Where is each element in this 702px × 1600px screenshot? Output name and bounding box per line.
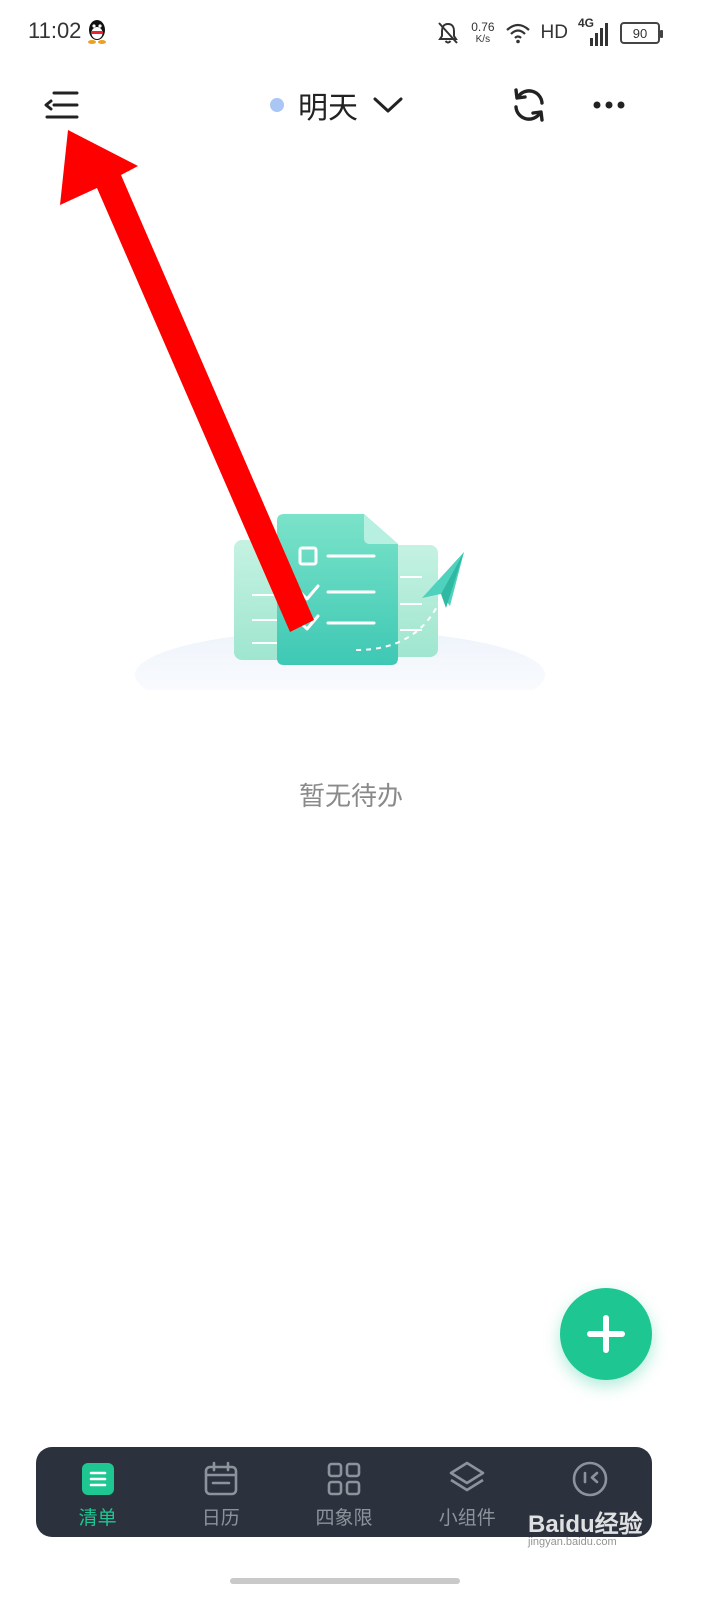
- mute-bell-icon: [438, 22, 459, 44]
- nav-item-calendar[interactable]: 日历: [159, 1447, 282, 1537]
- status-bar: 11:02 0.76 K/s HD 4G 90: [0, 0, 702, 66]
- nav-label-calendar: 日历: [201, 1507, 240, 1529]
- more-options-button[interactable]: [586, 82, 632, 128]
- nav-item-focus[interactable]: [529, 1447, 652, 1537]
- sync-icon: [514, 88, 544, 122]
- empty-tasks-illustration: [135, 514, 545, 690]
- more-dots-icon: [593, 101, 625, 109]
- grid-icon: [324, 1459, 364, 1499]
- status-indicators: 0.76 K/s HD 4G 90: [435, 16, 663, 50]
- battery-indicator: 90: [620, 22, 663, 44]
- bottom-nav: 清单 日历 四象限 小组件: [36, 1447, 652, 1537]
- net-speed-unit: K/s: [475, 34, 491, 45]
- net-speed-value: 0.76: [471, 20, 495, 34]
- nav-item-list[interactable]: 清单: [36, 1447, 159, 1537]
- menu-collapse-icon: [44, 91, 79, 119]
- hd-indicator: HD: [540, 22, 568, 43]
- layers-icon: [447, 1459, 487, 1499]
- battery-level: 90: [632, 25, 648, 41]
- empty-state-text: 暂无待办: [298, 782, 403, 812]
- focus-icon: [570, 1459, 610, 1499]
- nav-item-quadrant[interactable]: 四象限: [282, 1447, 405, 1537]
- nav-label-widgets: 小组件: [438, 1507, 496, 1529]
- plus-icon: [587, 1315, 625, 1353]
- signal-bars-icon: [590, 23, 608, 46]
- watermark-url: jingyan.baidu.com: [528, 1536, 617, 1548]
- calendar-icon: [201, 1459, 241, 1499]
- list-title-selector[interactable]: 明天: [270, 82, 404, 128]
- sync-button[interactable]: [506, 82, 552, 128]
- nav-label-quadrant: 四象限: [315, 1507, 373, 1529]
- status-time: 11:02: [28, 18, 82, 43]
- add-task-button[interactable]: [560, 1288, 652, 1380]
- nav-label-list: 清单: [78, 1507, 117, 1529]
- net-speed: 0.76 K/s: [471, 21, 494, 45]
- home-indicator[interactable]: [230, 1578, 460, 1584]
- nav-item-widgets[interactable]: 小组件: [406, 1447, 529, 1537]
- wifi-icon: [505, 23, 530, 44]
- qq-icon: [88, 20, 106, 44]
- cell-signal: 4G: [578, 16, 610, 48]
- chevron-down-icon: [373, 97, 403, 113]
- menu-button[interactable]: [38, 82, 84, 128]
- page-title: 明天: [298, 91, 358, 126]
- title-color-dot: [270, 98, 284, 112]
- list-icon: [78, 1459, 118, 1499]
